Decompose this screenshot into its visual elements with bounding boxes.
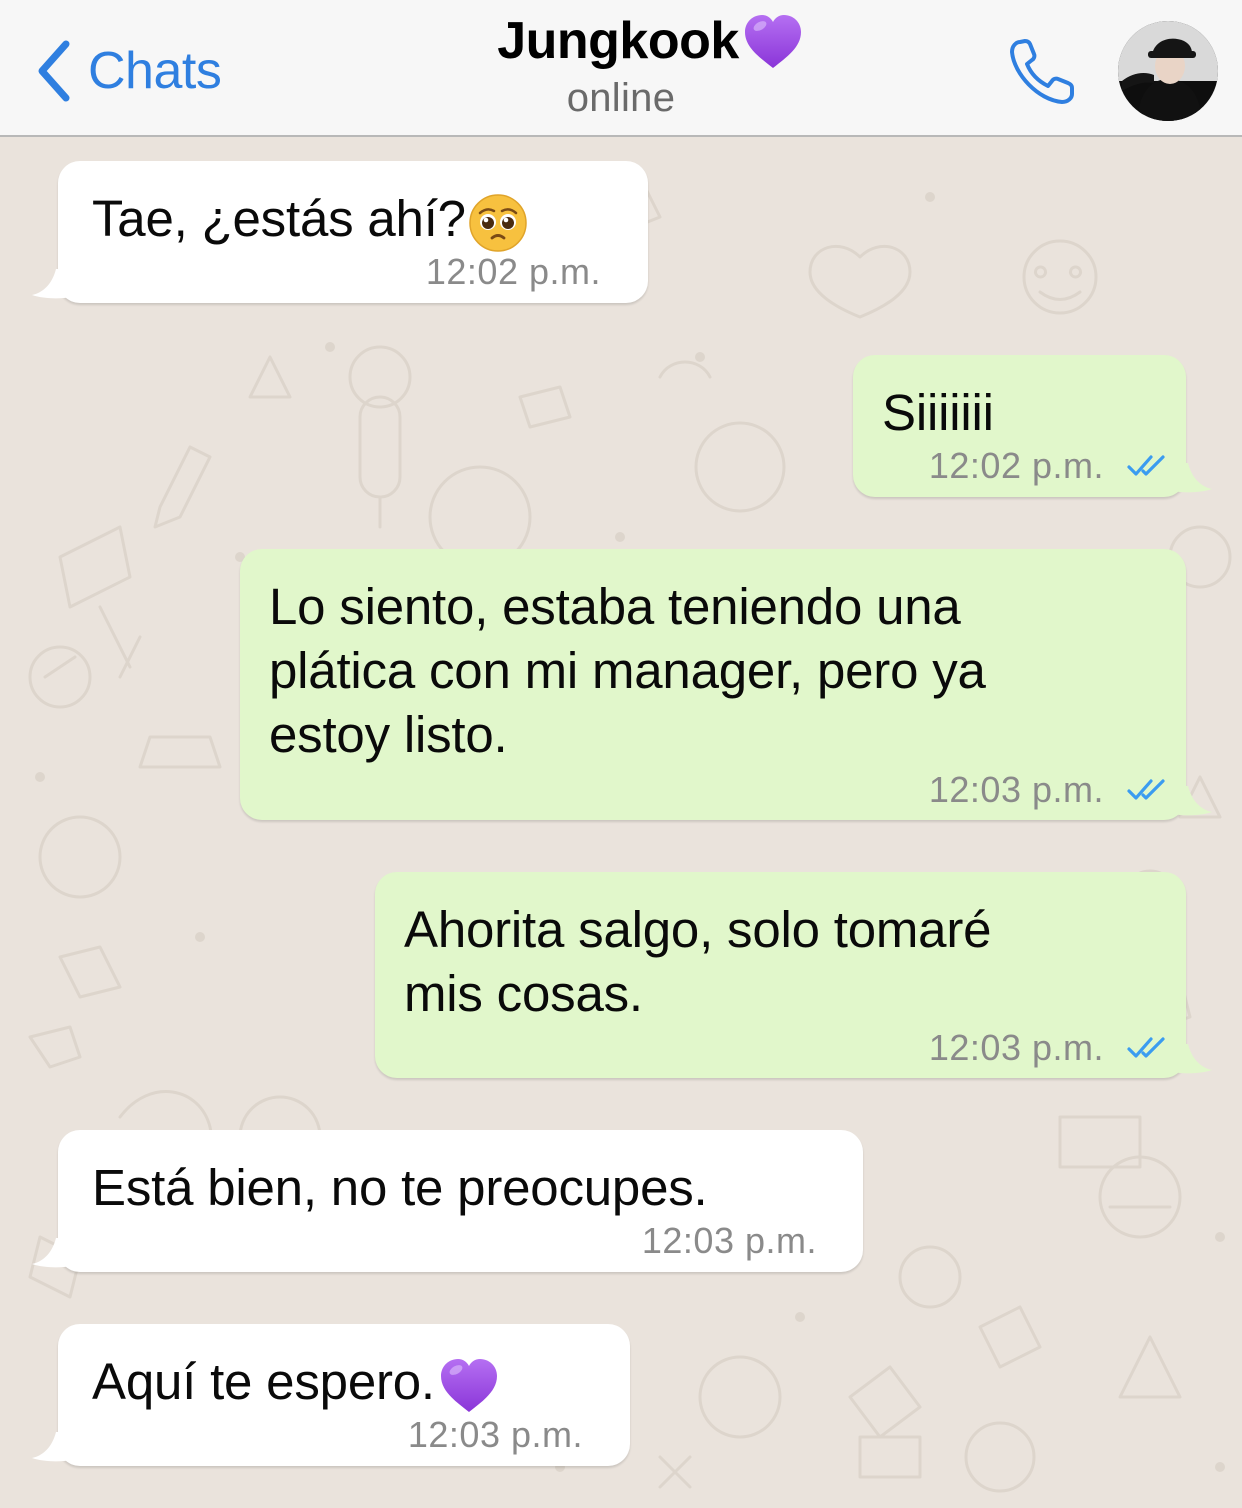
message-time: 12:02 p.m. bbox=[928, 445, 1104, 486]
message-meta: 12:02 p.m. bbox=[929, 445, 1168, 487]
message-text: Ahorita salgo, solo tomaré mis cosas. bbox=[404, 898, 991, 1026]
bubble-tail bbox=[1172, 463, 1212, 493]
message-meta: 12:03 p.m. bbox=[929, 769, 1168, 811]
message-bubble-incoming[interactable]: Tae, ¿estás ahí? 12:02 p.m. bbox=[32, 161, 648, 303]
read-receipt-icon bbox=[1127, 1037, 1165, 1058]
message-text: Aquí te espero. bbox=[92, 1350, 501, 1416]
message-meta: 12:03 p.m. bbox=[929, 1027, 1168, 1069]
message-meta: 12:02 p.m. bbox=[426, 251, 601, 293]
message-meta: 12:03 p.m. bbox=[408, 1414, 583, 1456]
bubble-tail bbox=[32, 269, 72, 299]
message-line: Lo siento, estaba teniendo una bbox=[269, 578, 961, 635]
chat-wallpaper bbox=[28, 175, 1232, 1493]
read-receipt-icon bbox=[1127, 779, 1165, 800]
message-time: 12:03 p.m. bbox=[407, 1414, 583, 1455]
bubble-tail bbox=[1172, 1044, 1212, 1074]
chat-area[interactable]: Tae, ¿estás ahí? 12:02 p.m. Siiiiiii 12:… bbox=[0, 137, 1242, 1508]
message-meta: 12:03 p.m. bbox=[642, 1220, 817, 1262]
message-text: Siiiiiii bbox=[882, 384, 994, 441]
purple-heart-icon bbox=[440, 1358, 497, 1412]
message-text: Tae, ¿estás ahí? bbox=[92, 187, 528, 253]
message-line: mis cosas. bbox=[404, 965, 643, 1022]
message-line: plática con mi manager, pero ya bbox=[269, 642, 986, 699]
message-bubble-incoming[interactable]: Está bien, no te preocupes. 12:03 p.m. bbox=[32, 1130, 863, 1272]
message-time: 12:03 p.m. bbox=[928, 1027, 1104, 1068]
message-time: 12:03 p.m. bbox=[928, 769, 1104, 810]
message-line: estoy listo. bbox=[269, 706, 508, 763]
pleading-face-icon bbox=[469, 193, 527, 252]
message-time: 12:02 p.m. bbox=[425, 251, 601, 292]
message-bubble-outgoing[interactable]: Lo siento, estaba teniendo una plática c… bbox=[240, 549, 1212, 820]
avatar-photo bbox=[1118, 21, 1218, 121]
bubble-tail bbox=[32, 1432, 72, 1462]
read-receipt-icon bbox=[1127, 455, 1165, 476]
message-time: 12:03 p.m. bbox=[641, 1220, 817, 1261]
message-text: Está bien, no te preocupes. bbox=[92, 1159, 708, 1216]
message-line: Ahorita salgo, solo tomaré bbox=[404, 901, 992, 958]
message-bubble-incoming[interactable]: Aquí te espero. 12:03 p.m. bbox=[32, 1324, 630, 1466]
message-text: Lo siento, estaba teniendo una plática c… bbox=[269, 575, 986, 767]
bubble-tail bbox=[32, 1238, 72, 1268]
phone-call-icon[interactable] bbox=[1006, 34, 1080, 108]
contact-avatar[interactable] bbox=[1118, 21, 1218, 121]
message-bubble-outgoing[interactable]: Ahorita salgo, solo tomaré mis cosas. 12… bbox=[375, 872, 1212, 1078]
message-bubble-outgoing[interactable]: Siiiiiii 12:02 p.m. bbox=[853, 355, 1212, 497]
chat-header: Chats Jungkook online bbox=[0, 0, 1242, 137]
bubble-tail bbox=[1172, 786, 1212, 816]
contact-name: Jungkook bbox=[497, 12, 739, 70]
purple-heart-icon bbox=[744, 15, 801, 68]
